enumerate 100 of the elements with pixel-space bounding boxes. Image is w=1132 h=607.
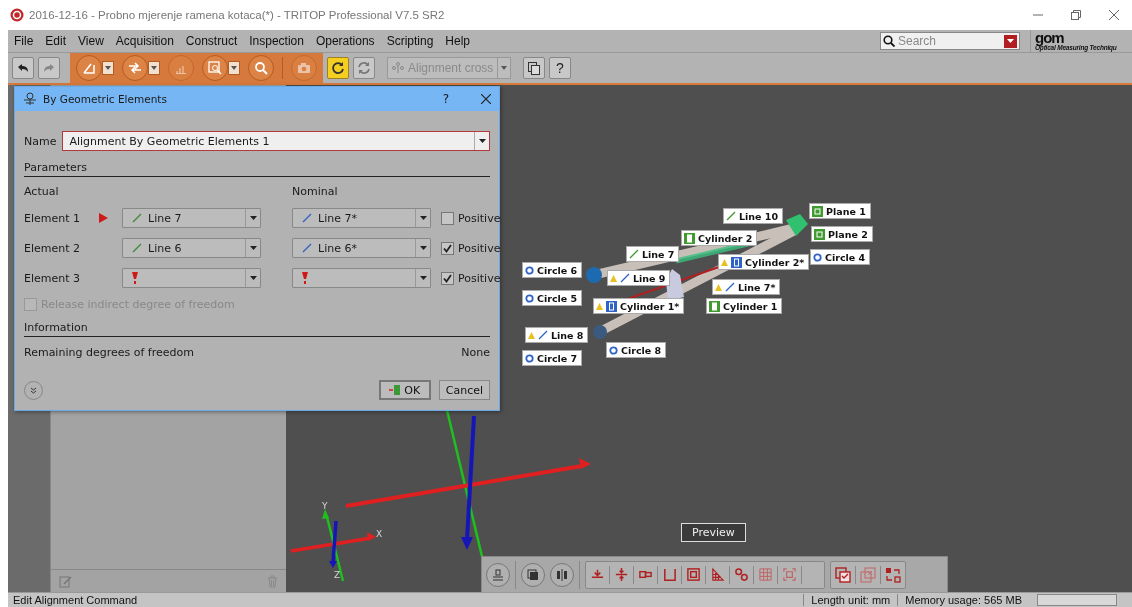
dropdown-button[interactable] [102, 61, 114, 75]
element-tag[interactable]: Line 7* [712, 279, 781, 295]
view-tool-button[interactable] [662, 567, 677, 582]
element-tag[interactable]: Circle 4 [810, 249, 871, 265]
preview-button[interactable]: Preview [681, 523, 746, 542]
camera-button[interactable] [291, 55, 317, 81]
window-title: 2016-12-16 - Probno mjerenje ramena kotaca(*) - TRITOP Professional V7.5 SR2 [29, 9, 446, 21]
cylinder-icon [684, 232, 695, 244]
line-tool-button[interactable] [76, 55, 102, 81]
element-tag[interactable]: Cylinder 2* [718, 254, 810, 270]
square-line-icon [82, 61, 96, 75]
sync-arrows-icon [357, 61, 371, 75]
squares-arrows-icon [885, 566, 901, 583]
element-combo[interactable]: Line 7* [292, 208, 431, 228]
copy-button[interactable] [523, 57, 545, 79]
circle-icon [609, 345, 618, 355]
menu-item[interactable]: Help [439, 34, 476, 48]
warning-icon [596, 302, 603, 310]
element-tag[interactable]: Cylinder 1* [593, 298, 685, 314]
column-heading: Nominal [292, 185, 339, 198]
caret-icon [1007, 39, 1014, 43]
search-icon [254, 61, 268, 75]
element-tag[interactable]: Circle 6 [522, 262, 583, 278]
circle-icon [525, 293, 534, 303]
warning-icon [528, 331, 535, 339]
line-icon [132, 243, 142, 253]
memory-usage: Memory usage: 565 MB [897, 594, 1029, 606]
warning-exclamation-icon [302, 272, 308, 284]
menu-item[interactable]: Construct [179, 34, 244, 48]
view-tool-button[interactable] [734, 567, 749, 582]
line-icon [620, 273, 630, 283]
undo-button[interactable] [12, 57, 34, 79]
element-combo[interactable] [122, 268, 261, 288]
view-tool-button[interactable] [835, 566, 851, 583]
view-tool-button[interactable] [614, 567, 629, 582]
line-icon [132, 213, 142, 223]
report-button[interactable] [202, 55, 228, 81]
element-tag[interactable]: Cylinder 2 [681, 230, 758, 246]
menu-item[interactable]: Edit [39, 34, 73, 48]
edit-icon [59, 574, 72, 588]
caret-icon [249, 216, 257, 220]
alignment-icon [23, 92, 37, 106]
zoom-button[interactable] [248, 55, 274, 81]
menu-item[interactable]: Scripting [380, 34, 440, 48]
plane-icon [814, 228, 825, 240]
caret-icon [501, 66, 508, 70]
element-tag[interactable]: Line 9 [607, 270, 671, 286]
checkbox[interactable] [441, 271, 454, 285]
menu-item[interactable]: Acquisition [109, 34, 180, 48]
swap-arrows-icon [128, 62, 142, 74]
view-tool-button[interactable] [686, 567, 701, 582]
search-field[interactable]: Search [898, 34, 1001, 48]
menu-item[interactable]: Operations [309, 34, 381, 48]
element-tag[interactable]: Circle 7 [522, 350, 583, 366]
checkbox-label: Positive [458, 241, 501, 255]
element-tag[interactable]: Plane 1 [809, 203, 871, 219]
element-combo[interactable]: Line 7 [122, 208, 261, 228]
dropdown-button[interactable] [148, 61, 160, 75]
menu-item[interactable]: File [8, 34, 40, 48]
refresh-button[interactable] [327, 57, 349, 79]
dropdown-button[interactable] [228, 61, 240, 75]
refresh-icon [331, 61, 345, 75]
element-combo[interactable]: Line 6* [292, 238, 431, 258]
line-icon [726, 211, 736, 221]
warning-icon [721, 258, 728, 266]
checked-window-icon [835, 566, 851, 583]
cancel-button[interactable]: Cancel [438, 380, 490, 400]
element-combo[interactable] [292, 268, 431, 288]
element-tag[interactable]: Line 10 [723, 208, 784, 224]
arrows-to-line-icon [614, 567, 629, 582]
ok-button[interactable]: OK [378, 380, 431, 400]
axis-label: Z [334, 570, 341, 580]
element-tag[interactable]: Circle 5 [522, 290, 583, 306]
double-chevron-icon [30, 386, 37, 394]
element-tag[interactable]: Plane 2 [811, 226, 873, 242]
circle-icon [525, 265, 534, 275]
dropdown-button[interactable] [1004, 34, 1017, 48]
element-tag[interactable]: Circle 8 [606, 342, 667, 358]
checkbox[interactable] [441, 241, 454, 255]
view-button[interactable] [550, 562, 574, 587]
search-box[interactable]: Search [880, 32, 1020, 50]
search-icon [883, 35, 895, 47]
view-tool-button[interactable] [885, 566, 901, 583]
element-tag[interactable]: Line 7 [626, 246, 680, 262]
element-combo[interactable]: Line 6 [122, 238, 261, 258]
view-tool-button[interactable] [710, 567, 725, 582]
help-button[interactable]: ? [549, 57, 571, 79]
name-combo[interactable]: Alignment By Geometric Elements 1 [62, 131, 490, 151]
view-button[interactable] [521, 562, 545, 587]
menu-item[interactable]: Inspection [243, 34, 310, 48]
chart-button[interactable] [168, 55, 194, 81]
transform-tool-button[interactable] [122, 55, 148, 81]
element-tag[interactable]: Line 8 [525, 327, 589, 343]
help-button[interactable]: ? [442, 92, 449, 106]
checkbox[interactable] [441, 211, 454, 225]
frame-corners-icon [782, 567, 797, 582]
info-label: Remaining degrees of freedom [24, 346, 194, 359]
menu-item[interactable]: View [72, 34, 110, 48]
element-tag[interactable]: Cylinder 1 [706, 298, 783, 314]
layers-icon [527, 568, 539, 581]
